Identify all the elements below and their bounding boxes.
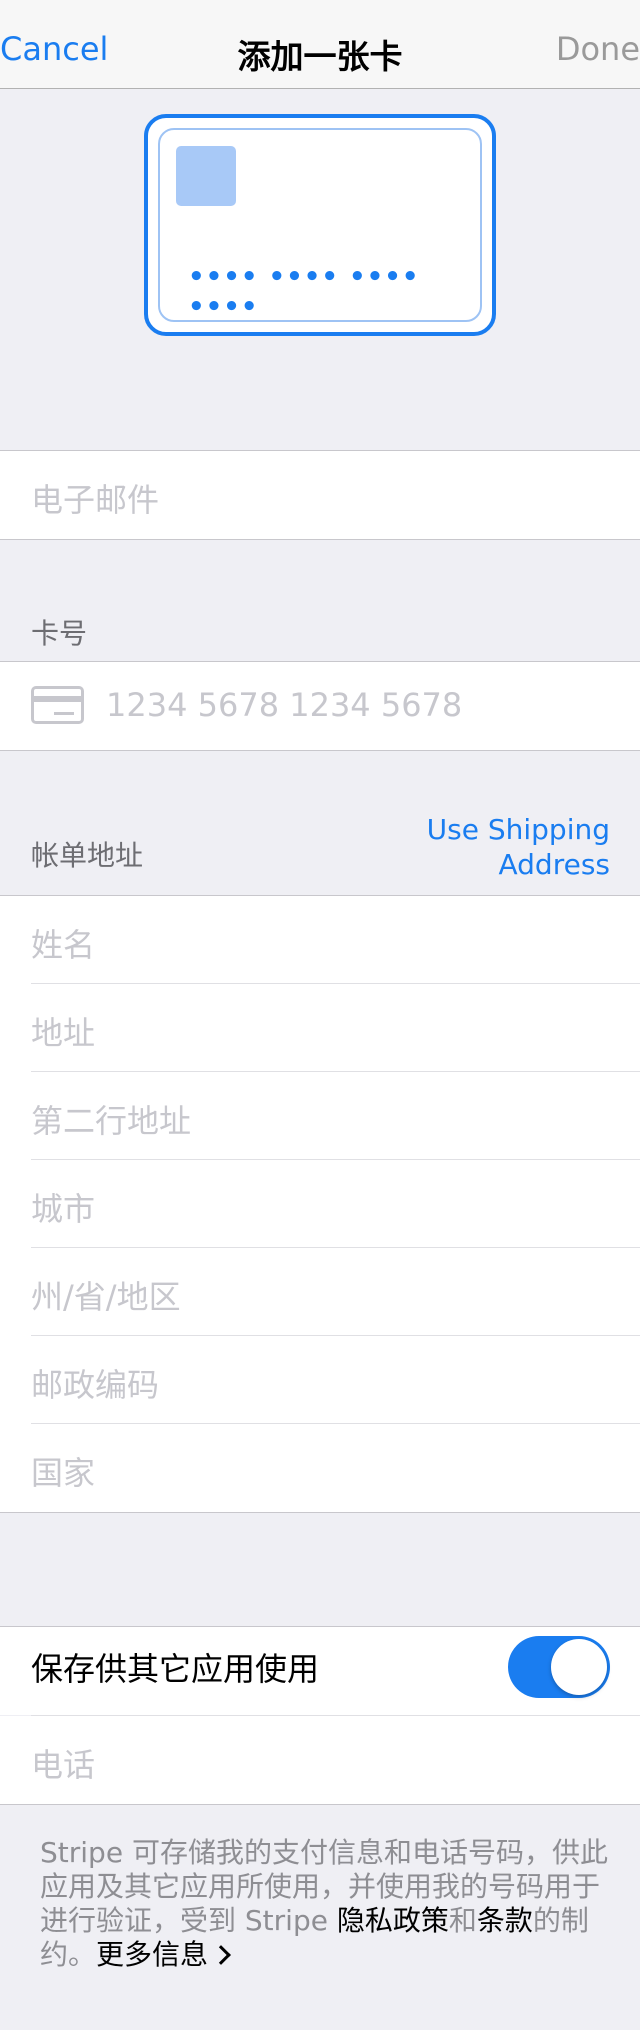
country-placeholder: 国家 <box>31 1454 96 1492</box>
add-card-screen: Cancel 添加一张卡 Done •••• •••• •••• •••• 电子… <box>0 0 640 2030</box>
card-preview-number: •••• •••• •••• •••• <box>188 262 420 322</box>
card-number-section-header: 卡号 <box>31 617 88 650</box>
phone-field[interactable]: 电话 <box>0 1716 640 1804</box>
postal-code-placeholder: 邮政编码 <box>31 1366 160 1404</box>
phone-placeholder: 电话 <box>31 1746 96 1784</box>
country-field[interactable]: 国家 <box>0 1424 640 1512</box>
address-line2-placeholder: 第二行地址 <box>31 1102 192 1140</box>
more-info-link[interactable]: 更多信息 <box>96 1938 231 1971</box>
done-button[interactable]: Done <box>556 30 640 68</box>
name-placeholder: 姓名 <box>31 926 96 964</box>
address-field[interactable]: 地址 <box>0 984 640 1072</box>
name-field[interactable]: 姓名 <box>0 896 640 984</box>
address-line2-field[interactable]: 第二行地址 <box>0 1072 640 1160</box>
city-field[interactable]: 城市 <box>0 1160 640 1248</box>
credit-card-icon <box>31 686 84 724</box>
terms-link[interactable]: 条款 <box>477 1904 533 1937</box>
state-placeholder: 州/省/地区 <box>31 1278 181 1316</box>
save-for-other-apps-label: 保存供其它应用使用 <box>31 1650 320 1688</box>
city-placeholder: 城市 <box>31 1190 96 1228</box>
divider <box>0 1804 640 1805</box>
toggle-knob <box>551 1639 607 1695</box>
card-chip-icon <box>176 146 236 206</box>
card-preview: •••• •••• •••• •••• <box>144 114 496 336</box>
more-info-label: 更多信息 <box>96 1938 209 1971</box>
use-shipping-label-line2: Address <box>498 848 610 881</box>
divider <box>0 750 640 751</box>
email-field[interactable]: 电子邮件 <box>0 451 640 539</box>
billing-address-section-header: 帐单地址 <box>31 839 144 872</box>
footer-disclaimer: Stripe 可存储我的支付信息和电话号码，供此应用及其它应用所使用，并使用我的… <box>40 1836 610 1972</box>
card-preview-inner: •••• •••• •••• •••• <box>158 128 482 322</box>
state-field[interactable]: 州/省/地区 <box>0 1248 640 1336</box>
navigation-bar: Cancel 添加一张卡 Done <box>0 0 640 89</box>
use-shipping-label-line1: Use Shipping <box>426 813 610 846</box>
chevron-right-icon <box>211 1945 231 1965</box>
privacy-policy-link[interactable]: 隐私政策 <box>337 1904 449 1937</box>
email-placeholder: 电子邮件 <box>31 481 160 519</box>
card-number-placeholder: 1234 5678 1234 5678 <box>106 686 463 724</box>
card-number-field[interactable]: 1234 5678 1234 5678 <box>0 662 640 750</box>
divider <box>0 539 640 540</box>
page-title: 添加一张卡 <box>237 37 403 76</box>
use-shipping-address-button[interactable]: Use Shipping Address <box>427 812 610 882</box>
footer-text-2: 和 <box>448 1904 477 1937</box>
postal-code-field[interactable]: 邮政编码 <box>0 1336 640 1424</box>
address-placeholder: 地址 <box>31 1014 96 1052</box>
divider <box>0 1512 640 1513</box>
save-toggle[interactable] <box>508 1636 610 1698</box>
